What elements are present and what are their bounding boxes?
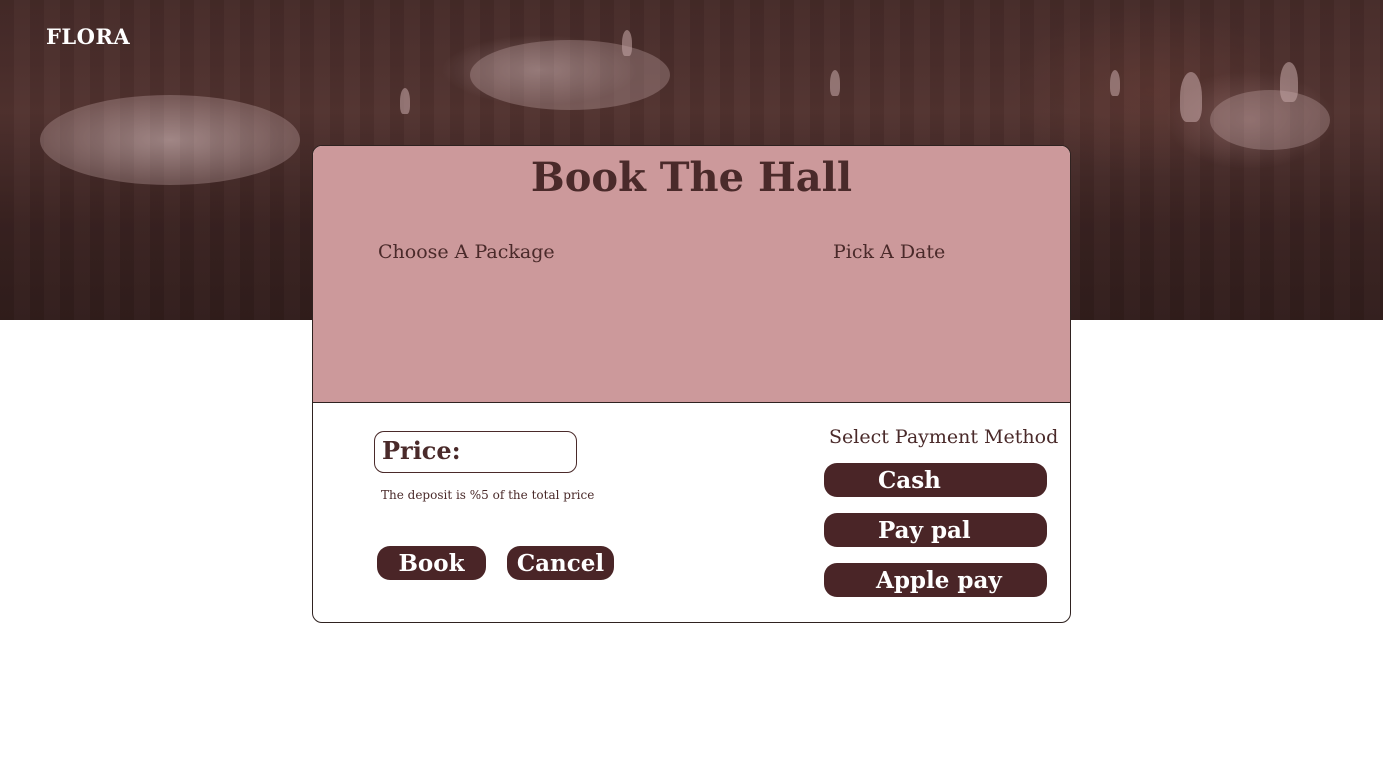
package-selector-label[interactable]: Choose A Package	[378, 241, 555, 263]
price-label: Price:	[382, 436, 461, 465]
flower-decoration	[470, 40, 670, 110]
deposit-note: The deposit is %5 of the total price	[381, 488, 595, 502]
pay-apple-pay-button[interactable]: Apple pay	[824, 563, 1047, 597]
cancel-button[interactable]: Cancel	[507, 546, 614, 580]
pay-paypal-label: Pay pal	[878, 516, 971, 544]
candle-icon	[1280, 62, 1298, 102]
pay-paypal-button[interactable]: Pay pal	[824, 513, 1047, 547]
date-picker-label[interactable]: Pick A Date	[833, 241, 945, 263]
candle-icon	[1110, 70, 1120, 96]
booking-header-panel: Book The Hall Choose A Package Pick A Da…	[313, 146, 1070, 403]
candle-icon	[1180, 72, 1202, 122]
book-button[interactable]: Book	[377, 546, 486, 580]
price-field: Price:	[374, 431, 577, 473]
candle-icon	[830, 70, 840, 96]
flower-decoration	[1210, 90, 1330, 150]
pay-apple-pay-label: Apple pay	[876, 566, 1002, 594]
flower-decoration	[40, 95, 300, 185]
page-title: Book The Hall	[530, 154, 853, 201]
pay-cash-button[interactable]: Cash	[824, 463, 1047, 497]
candle-icon	[622, 30, 632, 56]
candle-icon	[400, 88, 410, 114]
brand-logo[interactable]: FLORA	[46, 24, 130, 49]
payment-method-label: Select Payment Method	[829, 426, 1059, 448]
pay-cash-label: Cash	[878, 466, 941, 494]
booking-card: Book The Hall Choose A Package Pick A Da…	[312, 145, 1071, 623]
